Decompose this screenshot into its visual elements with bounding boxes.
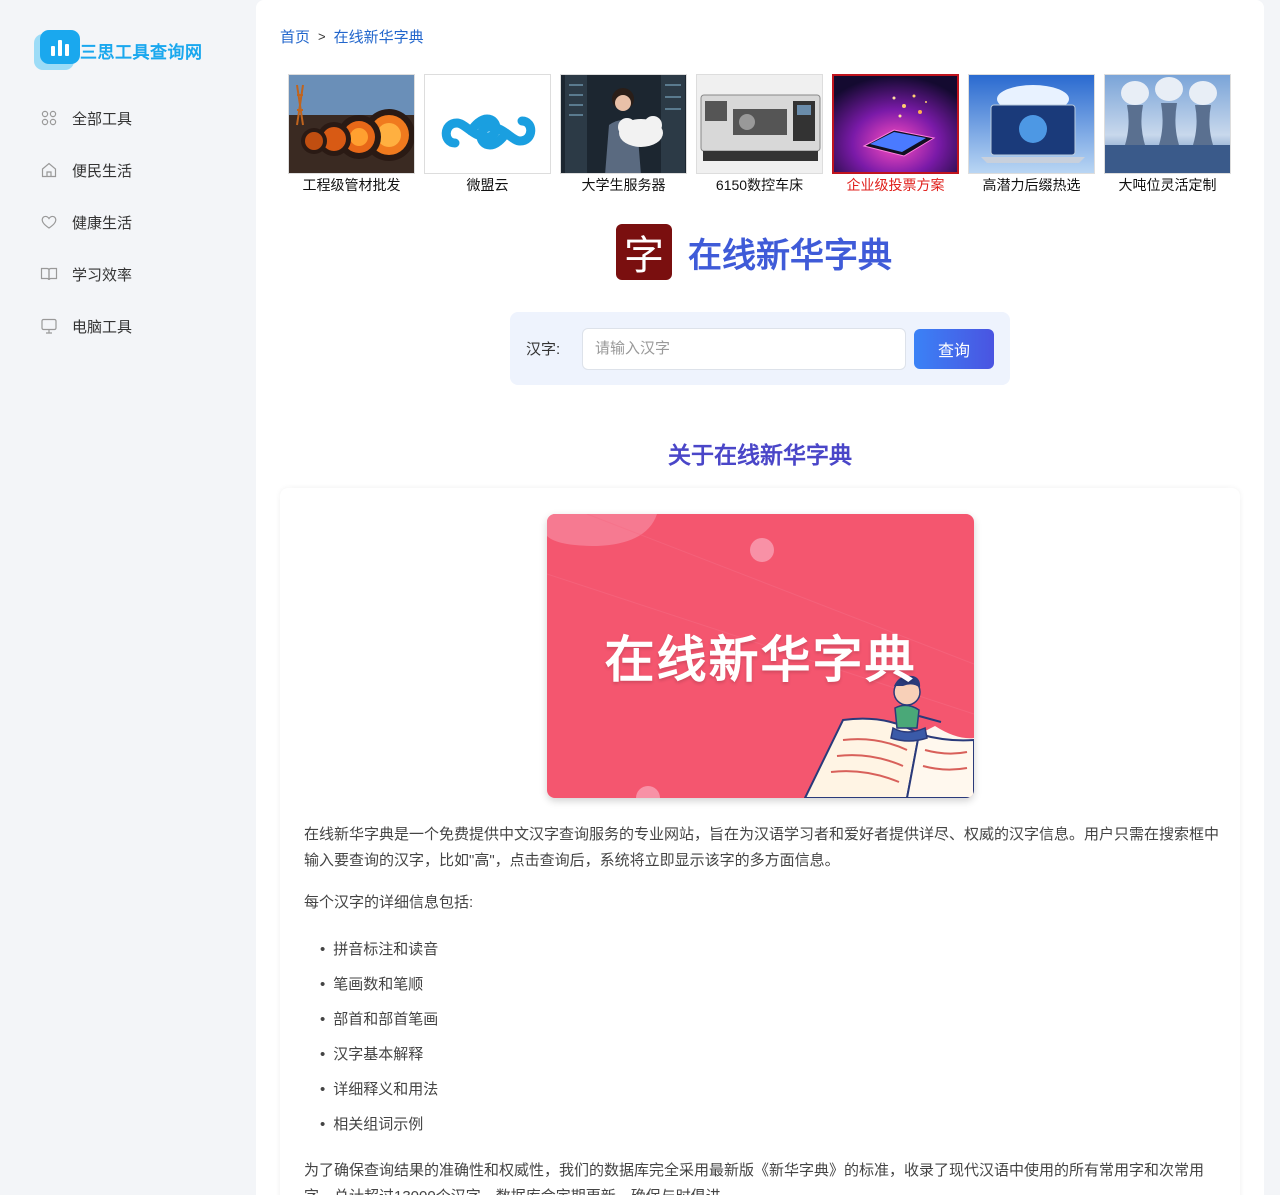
search-panel: 汉字: 查询 bbox=[510, 312, 1010, 385]
ad-caption: 大吨位灵活定制 bbox=[1118, 177, 1217, 193]
list-item: 汉字基本解释 bbox=[320, 1037, 1224, 1072]
breadcrumb-home-link[interactable]: 首页 bbox=[280, 26, 310, 47]
main-content: 首页 > 在线新华字典 工程级管材批发 微盟云 大学生服务器 6150数控车床 … bbox=[256, 0, 1264, 1195]
search-input[interactable] bbox=[582, 327, 906, 370]
list-item: 详细释义和用法 bbox=[320, 1072, 1224, 1107]
sidebar-item-label: 全部工具 bbox=[72, 110, 133, 128]
sidebar: 三思工具查询网 全部工具 便民生活 健康生活 学习效率 电脑工具 bbox=[0, 0, 256, 1195]
sidebar-item-label: 健康生活 bbox=[72, 214, 133, 232]
banner-text: 在线新华字典 bbox=[604, 632, 917, 688]
sidebar-item-label: 学习效率 bbox=[72, 266, 133, 284]
logo-text: 三思工具查询网 bbox=[80, 42, 203, 62]
sidebar-nav: 全部工具 便民生活 健康生活 学习效率 电脑工具 bbox=[40, 104, 132, 364]
sidebar-item-all-tools[interactable]: 全部工具 bbox=[40, 104, 132, 132]
sidebar-item-convenience[interactable]: 便民生活 bbox=[40, 156, 132, 184]
list-item: 部首和部首笔画 bbox=[320, 1002, 1224, 1037]
ad-item[interactable]: 6150数控车床 bbox=[696, 74, 823, 195]
list-item: 相关组词示例 bbox=[320, 1107, 1224, 1142]
ad-caption: 微盟云 bbox=[466, 177, 509, 193]
ad-image-server-room bbox=[560, 74, 687, 174]
logo-icon bbox=[34, 30, 82, 70]
monitor-icon bbox=[41, 318, 57, 334]
heart-icon bbox=[41, 215, 57, 229]
list-item: 拼音标注和读音 bbox=[320, 932, 1224, 967]
list-item: 笔画数和笔顺 bbox=[320, 967, 1224, 1002]
breadcrumb-separator: > bbox=[318, 29, 326, 44]
about-card: 在线新华字典 在线新华字典是一个免费提供中文汉字查询服务的专业网站，旨在为汉语学… bbox=[280, 488, 1240, 1195]
ad-caption: 高潜力后缀热选 bbox=[982, 177, 1081, 193]
details-list: 拼音标注和读音 笔画数和笔顺 部首和部首笔画 汉字基本解释 详细释义和用法 相关… bbox=[320, 932, 1224, 1142]
sidebar-item-health[interactable]: 健康生活 bbox=[40, 208, 132, 236]
intro-paragraph: 在线新华字典是一个免费提供中文汉字查询服务的专业网站，旨在为汉语学习者和爱好者提… bbox=[304, 826, 1220, 869]
ad-image-weimob-logo bbox=[424, 74, 551, 174]
details-heading: 每个汉字的详细信息包括: bbox=[304, 894, 474, 911]
ad-caption: 企业级投票方案 bbox=[846, 177, 945, 193]
sidebar-item-computer[interactable]: 电脑工具 bbox=[40, 312, 132, 340]
ad-image-laptop-domain bbox=[968, 74, 1095, 174]
breadcrumb: 首页 > 在线新华字典 bbox=[280, 26, 424, 47]
ad-caption: 6150数控车床 bbox=[715, 177, 804, 193]
ad-image-voting-phone bbox=[832, 74, 959, 174]
sidebar-item-label: 便民生活 bbox=[72, 162, 133, 180]
ad-item[interactable]: 企业级投票方案 bbox=[832, 74, 959, 195]
ad-image-cooling-towers bbox=[1104, 74, 1231, 174]
ad-image-pipes bbox=[288, 74, 415, 174]
ad-item[interactable]: 工程级管材批发 bbox=[288, 74, 415, 195]
grid-icon bbox=[41, 110, 57, 126]
book-icon bbox=[40, 267, 58, 281]
ad-image-cnc-lathe bbox=[696, 74, 823, 174]
sidebar-item-label: 电脑工具 bbox=[72, 318, 133, 336]
breadcrumb-current[interactable]: 在线新华字典 bbox=[334, 26, 424, 47]
search-button[interactable]: 查询 bbox=[914, 328, 994, 369]
ad-item[interactable]: 高潜力后缀热选 bbox=[968, 74, 1095, 195]
ad-caption: 大学生服务器 bbox=[581, 177, 666, 193]
page-title: 在线新华字典 bbox=[688, 236, 892, 275]
page-heading: 字 在线新华字典 bbox=[616, 224, 892, 280]
ad-strip: 工程级管材批发 微盟云 大学生服务器 6150数控车床 企业级投票方案 高潜力后… bbox=[288, 74, 1231, 195]
about-section-title: 关于在线新华字典 bbox=[668, 442, 852, 468]
site-logo[interactable]: 三思工具查询网 bbox=[34, 30, 203, 70]
closing-paragraph: 为了确保查询结果的准确性和权威性，我们的数据库完全采用最新版《新华字典》的标准，… bbox=[304, 1162, 1205, 1195]
sidebar-item-study[interactable]: 学习效率 bbox=[40, 260, 132, 288]
home-icon bbox=[41, 162, 57, 178]
dictionary-char-icon: 字 bbox=[616, 224, 672, 280]
about-content: 在线新华字典是一个免费提供中文汉字查询服务的专业网站，旨在为汉语学习者和爱好者提… bbox=[304, 822, 1224, 1195]
banner-image: 在线新华字典 bbox=[547, 514, 974, 798]
ad-caption: 工程级管材批发 bbox=[302, 177, 401, 193]
search-label: 汉字: bbox=[526, 341, 561, 358]
ad-item[interactable]: 大吨位灵活定制 bbox=[1104, 74, 1231, 195]
ad-item[interactable]: 微盟云 bbox=[424, 74, 551, 195]
ad-item[interactable]: 大学生服务器 bbox=[560, 74, 687, 195]
